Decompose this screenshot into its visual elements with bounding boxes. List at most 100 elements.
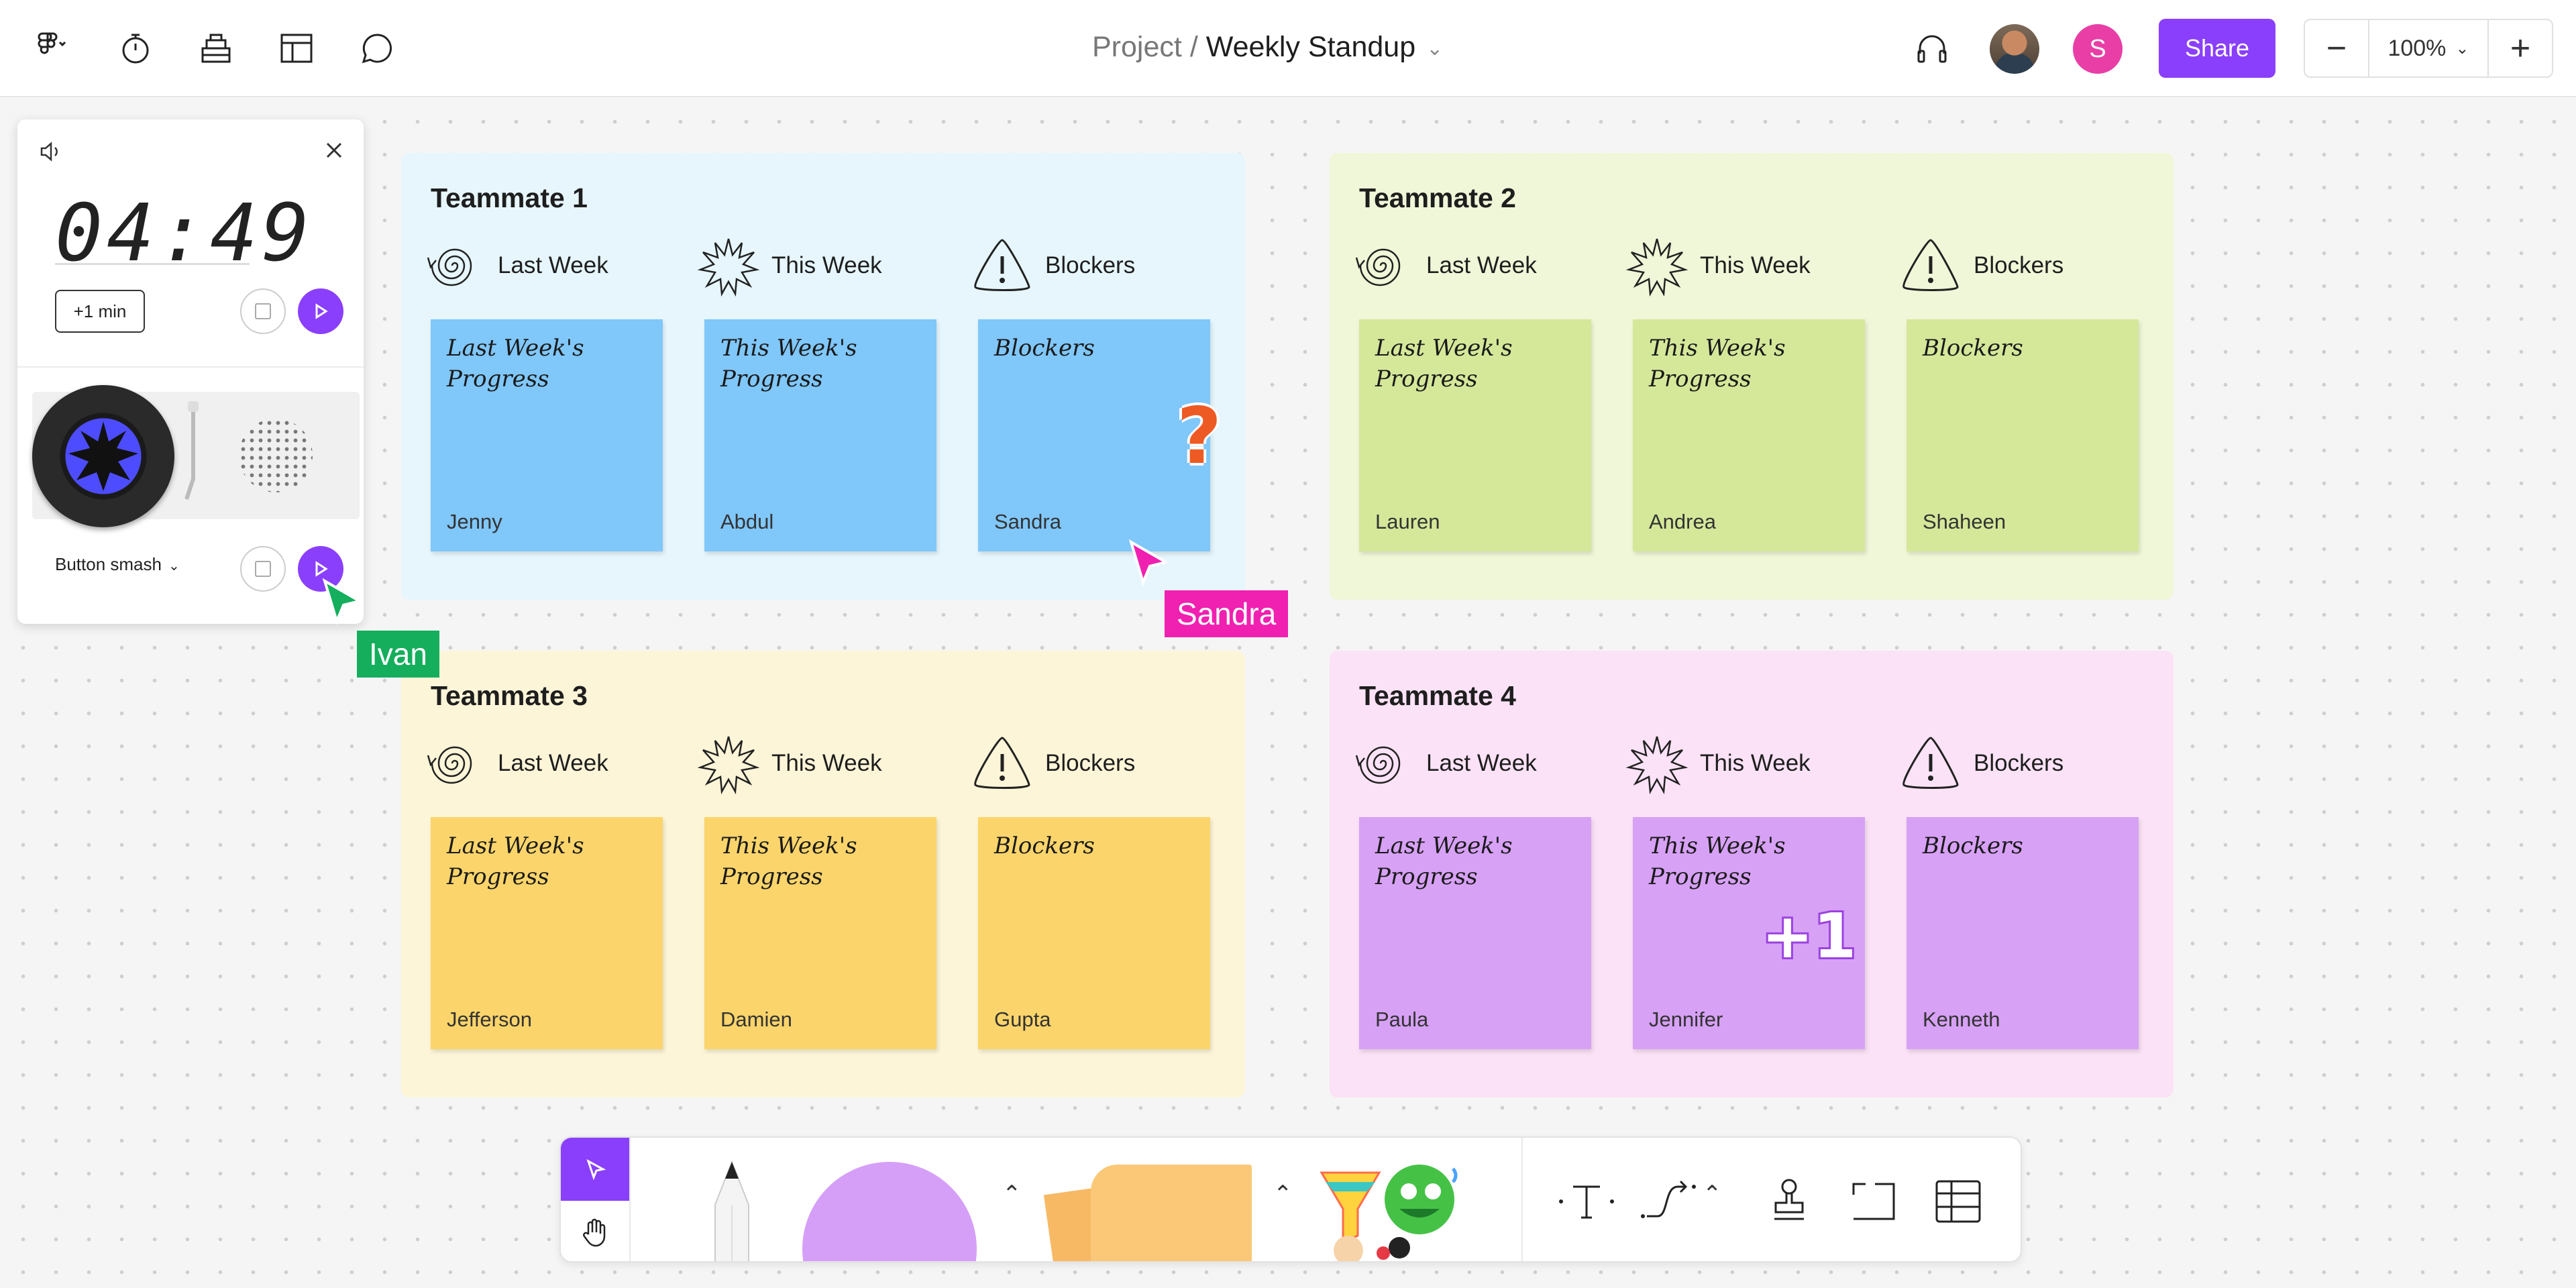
breadcrumb[interactable]: Project / Weekly Standup ⌄ <box>1092 31 1443 64</box>
avatar[interactable] <box>1990 24 2039 74</box>
sticky-note-title: This Week's Progress <box>720 833 857 890</box>
starburst-icon <box>1626 238 1688 297</box>
section-title[interactable]: Teammate 3 <box>431 680 588 712</box>
sticky-note[interactable]: This Week's Progress Andrea <box>1633 319 1865 551</box>
sticky-note[interactable]: Last Week's Progress Jenny <box>431 319 663 551</box>
cursor-label-ivan: Ivan <box>357 631 439 678</box>
text-tool[interactable] <box>1550 1165 1623 1238</box>
column-header-last-week[interactable]: Last Week <box>424 233 608 298</box>
music-stop-button[interactable] <box>240 546 286 592</box>
sticky-note[interactable]: This Week's Progress Abdul <box>704 319 936 551</box>
sticky-note-title: This Week's Progress <box>1649 833 1786 890</box>
avatar-user-s[interactable]: S <box>2073 24 2123 74</box>
column-header-label: Last Week <box>498 750 608 776</box>
sticky-note-author: Jefferson <box>447 1008 532 1031</box>
sticky-note[interactable]: Blockers Gupta <box>978 817 1210 1049</box>
hand-tool[interactable] <box>561 1201 629 1261</box>
music-select[interactable]: Button smash ⌄ <box>55 554 180 575</box>
headphones-icon[interactable] <box>1911 27 1953 70</box>
column-header-last-week[interactable]: Last Week <box>424 731 608 796</box>
section-teammate-4[interactable]: Teammate 4 Last Week Last Week's Progress P… <box>1330 651 2174 1097</box>
column-header-this-week[interactable]: This Week <box>698 731 882 796</box>
comment-icon[interactable] <box>356 27 398 70</box>
shape-tool-circle[interactable] <box>802 1162 977 1261</box>
column-header-label: Blockers <box>1974 750 2064 776</box>
column-header-last-week[interactable]: Last Week <box>1352 233 1537 298</box>
close-icon[interactable] <box>321 137 347 164</box>
zoom-control: − 100% ⌄ + <box>2304 19 2553 78</box>
column-header-blockers[interactable]: Blockers <box>1900 731 2063 796</box>
connector-tool[interactable] <box>1631 1165 1705 1238</box>
question-stamp[interactable]: ? <box>1177 398 1241 476</box>
sticky-note-author: Lauren <box>1375 510 1440 533</box>
plus-one-stamp[interactable]: +1 <box>1760 900 1858 973</box>
sticky-note[interactable]: Blockers Sandra <box>978 319 1210 551</box>
section-title[interactable]: Teammate 4 <box>1359 680 1516 712</box>
toolbar-divider <box>629 1138 631 1261</box>
sticky-note[interactable]: This Week's Progress Damien <box>704 817 936 1049</box>
stamp-tool[interactable] <box>1752 1165 1826 1238</box>
select-tool[interactable] <box>561 1138 629 1201</box>
volume-icon[interactable] <box>38 138 64 165</box>
zoom-out-button[interactable]: − <box>2305 20 2368 76</box>
sticky-note-author: Gupta <box>994 1008 1051 1031</box>
sticky-note[interactable]: Last Week's Progress Paula <box>1359 817 1591 1049</box>
column-header-label: This Week <box>771 750 882 776</box>
stop-button[interactable] <box>240 288 286 334</box>
tone-arm-icon <box>184 401 199 500</box>
widgets-icon[interactable] <box>195 27 237 70</box>
column-header-last-week[interactable]: Last Week <box>1352 731 1537 796</box>
stickers-icon <box>1320 1165 1458 1261</box>
sticky-notes-tool[interactable] <box>1043 1158 1252 1261</box>
connector-caret-icon[interactable]: ⌃ <box>1703 1181 1722 1208</box>
sticky-note[interactable]: Last Week's Progress Lauren <box>1359 319 1591 551</box>
sticky-note-author: Kenneth <box>1923 1008 2000 1031</box>
templates-icon[interactable] <box>275 27 318 70</box>
column-header-blockers[interactable]: Blockers <box>1900 233 2063 298</box>
shapes-caret-icon[interactable]: ⌃ <box>1002 1181 1022 1208</box>
section-teammate-1[interactable]: Teammate 1 Last Week Last Week's Progress J… <box>401 153 1245 600</box>
timer-display: 04:49 <box>55 186 314 279</box>
sticky-note[interactable]: Blockers Shaheen <box>1907 319 2139 551</box>
sticky-note[interactable]: Blockers Kenneth <box>1907 817 2139 1049</box>
column-header-blockers[interactable]: Blockers <box>971 233 1135 298</box>
column-header-this-week[interactable]: This Week <box>1626 233 1811 298</box>
file-name[interactable]: Weekly Standup <box>1206 31 1415 63</box>
table-tool[interactable] <box>1921 1165 1995 1238</box>
zoom-in-button[interactable]: + <box>2489 20 2552 76</box>
column-header-this-week[interactable]: This Week <box>698 233 882 298</box>
stamps-and-stickers-tool[interactable] <box>1319 1162 1473 1261</box>
play-icon <box>315 303 328 319</box>
top-bar: Project / Weekly Standup ⌄ S Share − 100% ⌄ … <box>0 0 2576 97</box>
chevron-down-icon: ⌄ <box>168 559 180 574</box>
section-tool[interactable] <box>1837 1165 1911 1238</box>
timer-icon[interactable] <box>114 27 157 70</box>
play-button[interactable] <box>298 288 343 334</box>
divider <box>17 366 364 368</box>
warning-icon <box>974 239 1030 291</box>
section-title[interactable]: Teammate 2 <box>1359 182 1516 214</box>
sticky-note-title: Last Week's Progress <box>1375 833 1513 890</box>
figma-menu-icon[interactable] <box>24 27 85 70</box>
sticky-caret-icon[interactable]: ⌃ <box>1273 1181 1293 1208</box>
sticky-note-author: Shaheen <box>1923 510 2006 533</box>
column-header-blockers[interactable]: Blockers <box>971 731 1135 796</box>
share-button[interactable]: Share <box>2159 19 2275 78</box>
timer-underline <box>55 263 250 265</box>
sticky-note[interactable]: Last Week's Progress Jefferson <box>431 817 663 1049</box>
section-teammate-2[interactable]: Teammate 2 Last Week Last Week's Progress L… <box>1330 153 2174 600</box>
sticky-note-author: Andrea <box>1649 510 1716 533</box>
column-header-label: Blockers <box>1974 252 2064 278</box>
column-header-this-week[interactable]: This Week <box>1626 731 1811 796</box>
pencil-tool-icon[interactable] <box>695 1158 769 1263</box>
warning-icon <box>974 737 1030 789</box>
add-minute-button[interactable]: +1 min <box>55 290 145 333</box>
column-header-label: This Week <box>771 252 882 278</box>
section-title[interactable]: Teammate 1 <box>431 182 588 214</box>
starburst-icon <box>698 736 759 794</box>
chevron-down-icon[interactable]: ⌄ <box>1426 38 1443 60</box>
breadcrumb-project[interactable]: Project <box>1092 31 1182 63</box>
zoom-level[interactable]: 100% ⌄ <box>2368 20 2489 76</box>
sticky-note-author: Sandra <box>994 510 1061 533</box>
section-teammate-3[interactable]: Teammate 3 Last Week Last Week's Progress J… <box>401 651 1245 1097</box>
